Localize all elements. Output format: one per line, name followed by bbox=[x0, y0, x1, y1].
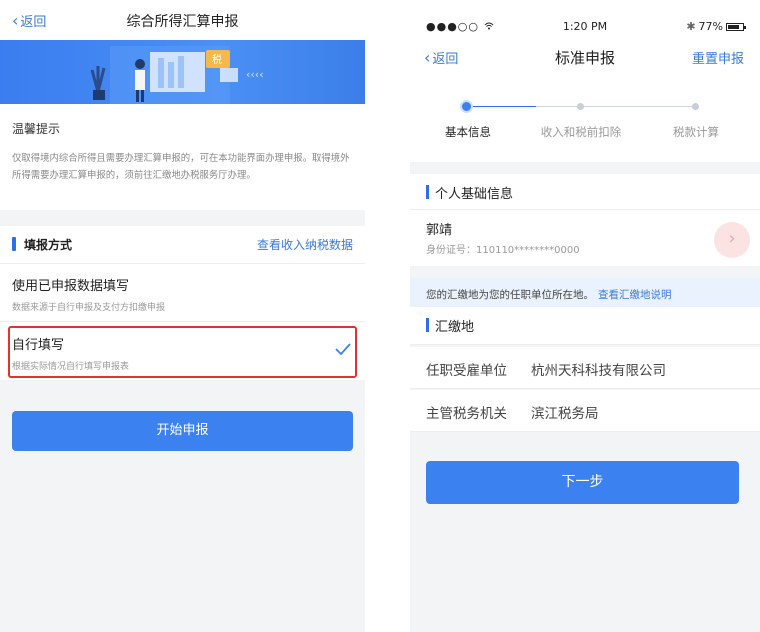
banner-tag: 税 bbox=[212, 53, 222, 66]
selection-highlight-box bbox=[8, 326, 357, 378]
page-title: 综合所得汇算申报 bbox=[126, 14, 239, 30]
payment-place-notice: 您的汇缴地为您的任职单位所在地。 查看汇缴地说明 bbox=[410, 278, 760, 307]
battery-indicator: ✱ 77% bbox=[686, 20, 746, 33]
option-use-declared-data[interactable]: 使用已申报数据填写 数据来源于自行申报及支付方扣缴申报 bbox=[0, 264, 365, 322]
person-name: 郭靖 bbox=[426, 223, 453, 238]
step-label: 收入和税前扣除 bbox=[540, 125, 622, 139]
battery-icon bbox=[726, 22, 746, 31]
chevron-right-icon[interactable]: › bbox=[714, 222, 750, 258]
tip-title: 温馨提示 bbox=[12, 122, 61, 136]
step-label: 税款计算 bbox=[673, 125, 719, 139]
view-income-tax-link[interactable]: 查看收入纳税数据 bbox=[257, 236, 353, 253]
checkmark-icon bbox=[335, 343, 351, 355]
section-marker bbox=[426, 185, 429, 199]
status-bar: ●●●○○ 1:20 PM ✱ 77% bbox=[410, 0, 760, 44]
person-id: 身份证号：110110********0000 bbox=[426, 245, 580, 256]
tax-office-label: 主管税务机关 bbox=[426, 406, 507, 422]
option-title: 使用已申报数据填写 bbox=[12, 279, 130, 294]
start-declaration-button[interactable]: 开始申报 bbox=[12, 411, 353, 451]
step-dot-active bbox=[460, 100, 473, 113]
left-screen: ‹ 返回 综合所得汇算申报 税 ‹‹‹‹ 温馨提示 仅取得境内综合所得且需要办理… bbox=[0, 0, 365, 632]
fill-method-header: 填报方式 查看收入纳税数据 bbox=[0, 226, 365, 264]
battery-percent: 77% bbox=[698, 20, 723, 33]
progress-stepper: 基本信息 收入和税前扣除 税款计算 bbox=[410, 74, 760, 162]
tip-box: 温馨提示 仅取得境内综合所得且需要办理汇算申报的，可在本功能界面办理申报。取得境… bbox=[0, 104, 365, 210]
step-label: 基本信息 bbox=[445, 125, 491, 139]
nav-bar: ‹ 返回 综合所得汇算申报 bbox=[0, 0, 365, 40]
section-marker bbox=[12, 237, 16, 251]
employer-row[interactable]: 任职受雇单位 杭州天科科技有限公司 bbox=[410, 347, 760, 389]
tax-office-value: 滨江税务局 bbox=[531, 406, 599, 422]
banner-arrows: ‹‹‹‹ bbox=[246, 68, 264, 81]
reset-declaration-button[interactable]: 重置申报 bbox=[692, 48, 744, 67]
payment-place-info-link[interactable]: 查看汇缴地说明 bbox=[598, 289, 672, 301]
payment-place-header: 汇缴地 bbox=[410, 307, 760, 345]
step-connector bbox=[468, 106, 536, 107]
next-step-button[interactable]: 下一步 bbox=[426, 461, 739, 504]
fill-method-label: 填报方式 bbox=[24, 238, 73, 252]
banner-illustration: 税 ‹‹‹‹ bbox=[0, 40, 365, 104]
section-marker bbox=[426, 318, 429, 332]
section-title: 个人基础信息 bbox=[435, 187, 514, 202]
right-screen: ●●●○○ 1:20 PM ✱ 77% ‹ 返回 标准申报 重置申报 基本信息 … bbox=[410, 0, 760, 632]
step-connector bbox=[536, 106, 696, 107]
option-subtitle: 数据来源于自行申报及支付方扣缴申报 bbox=[12, 303, 166, 313]
employer-label: 任职受雇单位 bbox=[426, 363, 507, 379]
section-title: 汇缴地 bbox=[435, 320, 475, 335]
employer-value: 杭州天科科技有限公司 bbox=[531, 363, 666, 379]
tax-office-row[interactable]: 主管税务机关 滨江税务局 bbox=[410, 390, 760, 432]
step-dot bbox=[577, 103, 584, 110]
nav-bar: ‹ 返回 标准申报 重置申报 bbox=[410, 44, 760, 74]
person-row[interactable]: 郭靖 身份证号：110110********0000 › bbox=[410, 210, 760, 266]
bluetooth-icon: ✱ bbox=[686, 20, 696, 33]
tip-text: 仅取得境内综合所得且需要办理汇算申报的，可在本功能界面办理申报。取得境外所得需要… bbox=[12, 153, 350, 181]
notice-text: 您的汇缴地为您的任职单位所在地。 bbox=[426, 289, 594, 301]
personal-info-header: 个人基础信息 bbox=[410, 174, 760, 210]
step-dot bbox=[692, 103, 699, 110]
